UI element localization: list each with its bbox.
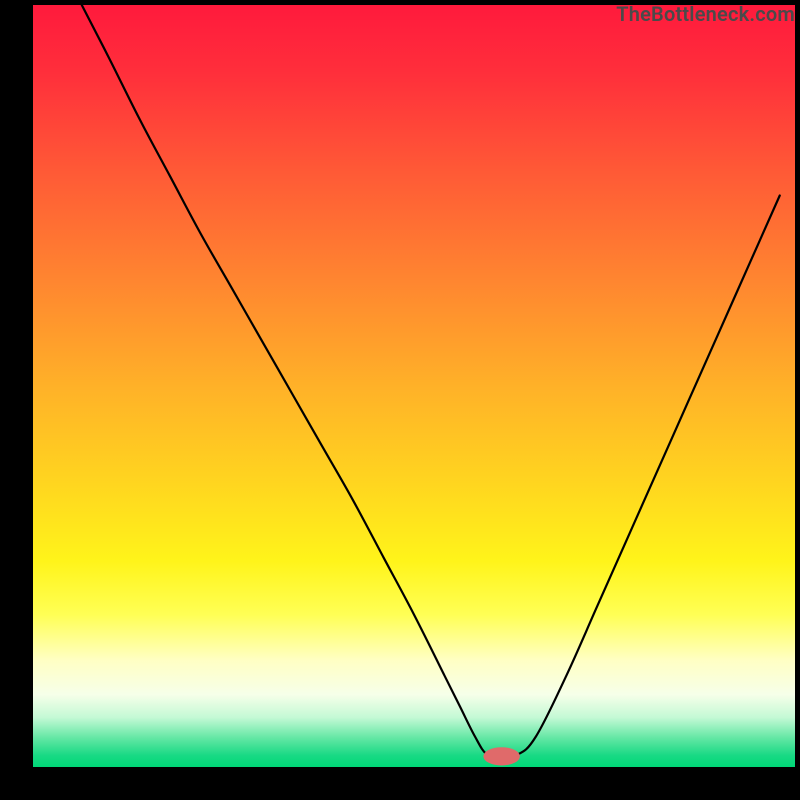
chart-frame: TheBottleneck.com [0, 0, 800, 800]
watermark-text: TheBottleneck.com [616, 2, 795, 26]
plot-background [33, 5, 795, 767]
bottleneck-plot [33, 5, 795, 767]
optimal-point [483, 747, 520, 765]
